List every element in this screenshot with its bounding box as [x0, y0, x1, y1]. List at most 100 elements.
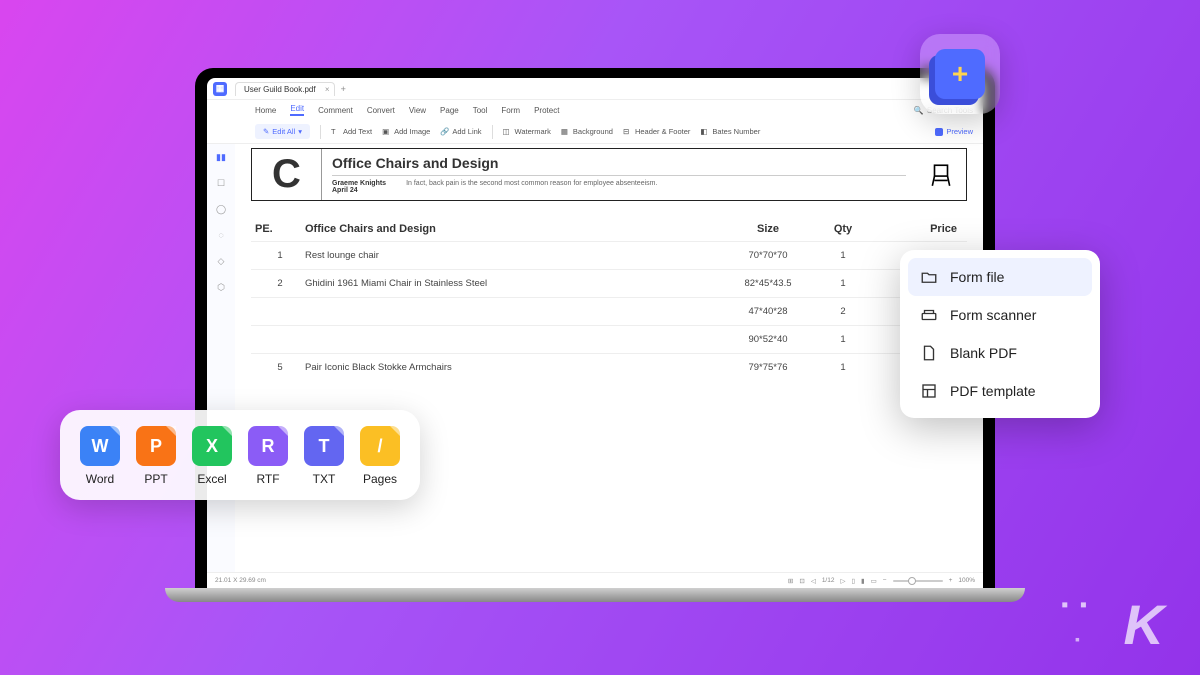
menu-pdf-template[interactable]: PDF template: [908, 372, 1092, 410]
filetype-rtf[interactable]: RRTF: [248, 426, 288, 486]
menu-edit[interactable]: Edit: [290, 104, 304, 116]
plus-badge: +: [935, 49, 985, 99]
excel-icon: X: [192, 426, 232, 466]
search-icon: 🔍: [914, 106, 924, 115]
menu-tool[interactable]: Tool: [473, 106, 488, 115]
th-qty: Qty: [813, 223, 873, 235]
app-screen: ▦ User Guild Book.pdf × + Home Edit Comm…: [207, 78, 983, 588]
header-footer-icon: ⊟: [623, 127, 632, 136]
add-document-button[interactable]: +: [920, 34, 1000, 114]
menu-convert[interactable]: Convert: [367, 106, 395, 115]
file-types-panel: WWord PPPT XExcel RRTF TTXT /Pages: [60, 410, 420, 500]
document-tab[interactable]: User Guild Book.pdf ×: [235, 82, 335, 96]
table-row: 90*52*40 1 $1,320.92: [251, 325, 967, 353]
comment-icon[interactable]: ◯: [214, 202, 228, 216]
page-dimensions: 21.01 X 29.69 cm: [215, 577, 266, 584]
table-row: 1 Rest lounge chair 70*70*70 1 $**.*: [251, 241, 967, 269]
word-icon: W: [80, 426, 120, 466]
header-letter: C: [252, 149, 322, 200]
filetype-excel[interactable]: XExcel: [192, 426, 232, 486]
add-text-button[interactable]: TAdd Text: [331, 127, 372, 136]
layers-icon[interactable]: ⬡: [214, 280, 228, 294]
link-icon: 🔗: [440, 127, 449, 136]
table-row: 2 Ghidini 1961 Miami Chair in Stainless …: [251, 269, 967, 297]
plus-icon: +: [952, 58, 968, 90]
edit-all-button[interactable]: ✎ Edit All ▾: [255, 124, 310, 139]
table-row: 47*40*28 2 $4,128: [251, 297, 967, 325]
background-button[interactable]: ▦Background: [561, 127, 613, 136]
add-link-button[interactable]: 🔗Add Link: [440, 127, 481, 136]
header-footer-button[interactable]: ⊟Header & Footer: [623, 127, 690, 136]
watermark-icon: ◫: [503, 127, 512, 136]
th-pe: PE.: [255, 223, 305, 235]
bookmark-icon[interactable]: ☐: [214, 176, 228, 190]
menu-blank-pdf[interactable]: Blank PDF: [908, 334, 1092, 372]
menu-form-scanner[interactable]: Form scanner: [908, 296, 1092, 334]
rtf-icon: R: [248, 426, 288, 466]
view-continuous-icon[interactable]: ▮: [861, 577, 865, 585]
th-name: Office Chairs and Design: [305, 223, 723, 235]
ppt-icon: P: [136, 426, 176, 466]
view-facing-icon[interactable]: ▭: [871, 577, 877, 585]
filetype-pages[interactable]: /Pages: [360, 426, 400, 486]
document-title: Office Chairs and Design: [332, 155, 906, 176]
zoom-value[interactable]: 100%: [958, 577, 975, 584]
new-tab-button[interactable]: +: [341, 84, 346, 94]
brand-dots: ▪ ▪: [1061, 594, 1090, 617]
statusbar: 21.01 X 29.69 cm ⊞ ⊡ ◁ 1/12 ▷ ▯ ▮ ▭ − + …: [207, 572, 983, 588]
menu-view[interactable]: View: [409, 106, 426, 115]
preview-toggle[interactable]: Preview: [935, 127, 973, 136]
zoom-out-icon[interactable]: −: [883, 577, 887, 584]
zoom-slider[interactable]: [893, 580, 943, 582]
chair-icon: [916, 149, 966, 200]
image-icon: ▣: [382, 127, 391, 136]
menubar: Home Edit Comment Convert View Page Tool…: [207, 100, 983, 120]
search-panel-icon[interactable]: ◌: [214, 228, 228, 242]
menu-home[interactable]: Home: [255, 106, 276, 115]
bates-number-button[interactable]: ◧Bates Number: [700, 127, 760, 136]
fit-icon[interactable]: ⊞: [788, 577, 793, 585]
filetype-ppt[interactable]: PPPT: [136, 426, 176, 486]
document-icon: [920, 344, 938, 362]
pencil-icon: ✎: [263, 127, 269, 136]
text-icon: T: [331, 127, 340, 136]
fit-width-icon[interactable]: ⊡: [799, 577, 804, 585]
table-header: PE. Office Chairs and Design Size Qty Pr…: [251, 217, 967, 241]
table-row: 5 Pair Iconic Black Stokke Armchairs 79*…: [251, 353, 967, 381]
separator: [492, 125, 493, 139]
menu-page[interactable]: Page: [440, 106, 459, 115]
toolbar: ✎ Edit All ▾ TAdd Text ▣Add Image 🔗Add L…: [207, 120, 983, 144]
folder-icon: [920, 268, 938, 286]
left-sidebar: ▮▮ ☐ ◯ ◌ ◇ ⬡: [207, 144, 235, 572]
bates-icon: ◧: [700, 127, 709, 136]
menu-form-file[interactable]: Form file: [908, 258, 1092, 296]
doc-description: In fact, back pain is the second most co…: [406, 180, 657, 194]
header-meta: Graeme Knights April 24 In fact, back pa…: [332, 180, 906, 194]
th-size: Size: [723, 223, 813, 235]
close-tab-icon[interactable]: ×: [325, 85, 330, 94]
separator: [320, 125, 321, 139]
titlebar: ▦ User Guild Book.pdf × +: [207, 78, 983, 100]
template-icon: [920, 382, 938, 400]
pages-icon: /: [360, 426, 400, 466]
menu-form[interactable]: Form: [501, 106, 520, 115]
next-page-icon[interactable]: ▷: [840, 577, 845, 585]
txt-icon: T: [304, 426, 344, 466]
filetype-txt[interactable]: TTXT: [304, 426, 344, 486]
document-header: C Office Chairs and Design Graeme Knight…: [251, 148, 967, 201]
attachment-icon[interactable]: ◇: [214, 254, 228, 268]
add-image-button[interactable]: ▣Add Image: [382, 127, 430, 136]
filetype-word[interactable]: WWord: [80, 426, 120, 486]
thumbnails-icon[interactable]: ▮▮: [214, 150, 228, 164]
brand-dots-small: ▪: [1075, 631, 1080, 647]
zoom-in-icon[interactable]: +: [949, 577, 953, 584]
document-viewport[interactable]: C Office Chairs and Design Graeme Knight…: [235, 144, 983, 572]
product-table: PE. Office Chairs and Design Size Qty Pr…: [251, 217, 967, 381]
page-indicator[interactable]: 1/12: [822, 577, 835, 584]
watermark-button[interactable]: ◫Watermark: [503, 127, 551, 136]
app-logo: ▦: [213, 82, 227, 96]
view-single-icon[interactable]: ▯: [851, 577, 855, 585]
prev-page-icon[interactable]: ◁: [811, 577, 816, 585]
menu-comment[interactable]: Comment: [318, 106, 353, 115]
menu-protect[interactable]: Protect: [534, 106, 559, 115]
